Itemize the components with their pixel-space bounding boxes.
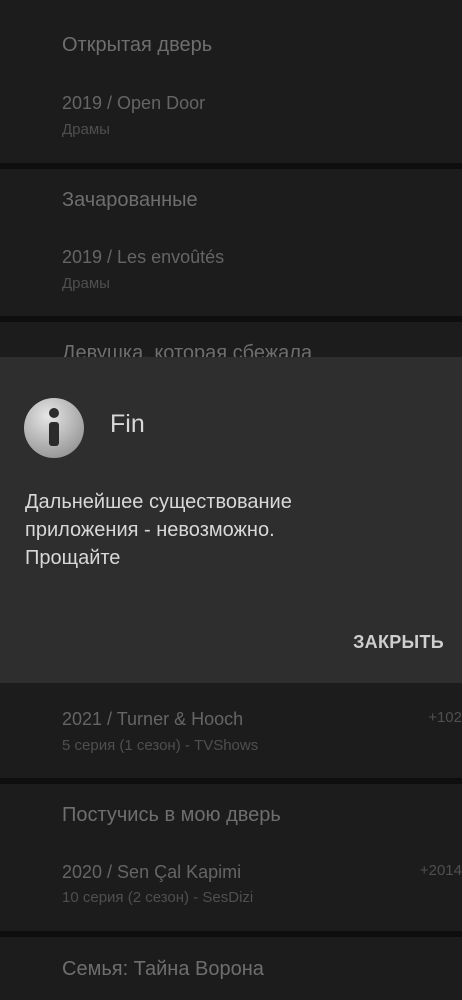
list-item[interactable]: Зачарованные 2019 / Les envoûtés Драмы xyxy=(0,169,462,316)
list-item[interactable]: 2021 / Turner & Hooch 5 серия (1 сезон) … xyxy=(0,683,462,778)
item-subtitle: 2019 / Les envoûtés xyxy=(62,247,225,267)
item-meta: 10 серия (2 сезон) - SesDizi xyxy=(62,889,254,906)
item-subtitle: 2021 / Turner & Hooch xyxy=(62,709,244,729)
item-extra: +102 xyxy=(428,709,462,726)
item-title: Семья: Тайна Ворона xyxy=(62,958,264,980)
list-item[interactable]: Семья: Тайна Ворона xyxy=(0,937,462,1000)
item-title: Постучись в мою дверь xyxy=(62,804,281,826)
item-extra: +2014 xyxy=(419,862,462,879)
dialog-title: Fin xyxy=(110,410,145,438)
dialog-message: Дальнейшее существование приложения - не… xyxy=(25,491,292,569)
item-subtitle: 2019 / Open Door xyxy=(62,93,206,113)
item-meta: 5 серия (1 сезон) - TVShows xyxy=(62,737,259,754)
item-title: Зачарованные xyxy=(62,189,198,211)
info-icon xyxy=(24,398,84,458)
item-title: Открытая дверь xyxy=(62,34,213,56)
item-meta: Драмы xyxy=(62,275,110,292)
list-item[interactable]: Постучись в мою дверь 2020 / Sen Çal Kap… xyxy=(0,784,462,931)
list-item[interactable]: Девушка, которая сбежала xyxy=(0,322,462,364)
list-item[interactable]: Открытая дверь 2019 / Open Door Драмы xyxy=(0,0,462,163)
close-button[interactable]: ЗАКРЫТЬ xyxy=(353,632,444,653)
item-subtitle: 2020 / Sen Çal Kapimi xyxy=(62,862,242,882)
screen: Открытая дверь 2019 / Open Door Драмы За… xyxy=(0,0,462,1000)
item-meta: Драмы xyxy=(62,121,110,138)
